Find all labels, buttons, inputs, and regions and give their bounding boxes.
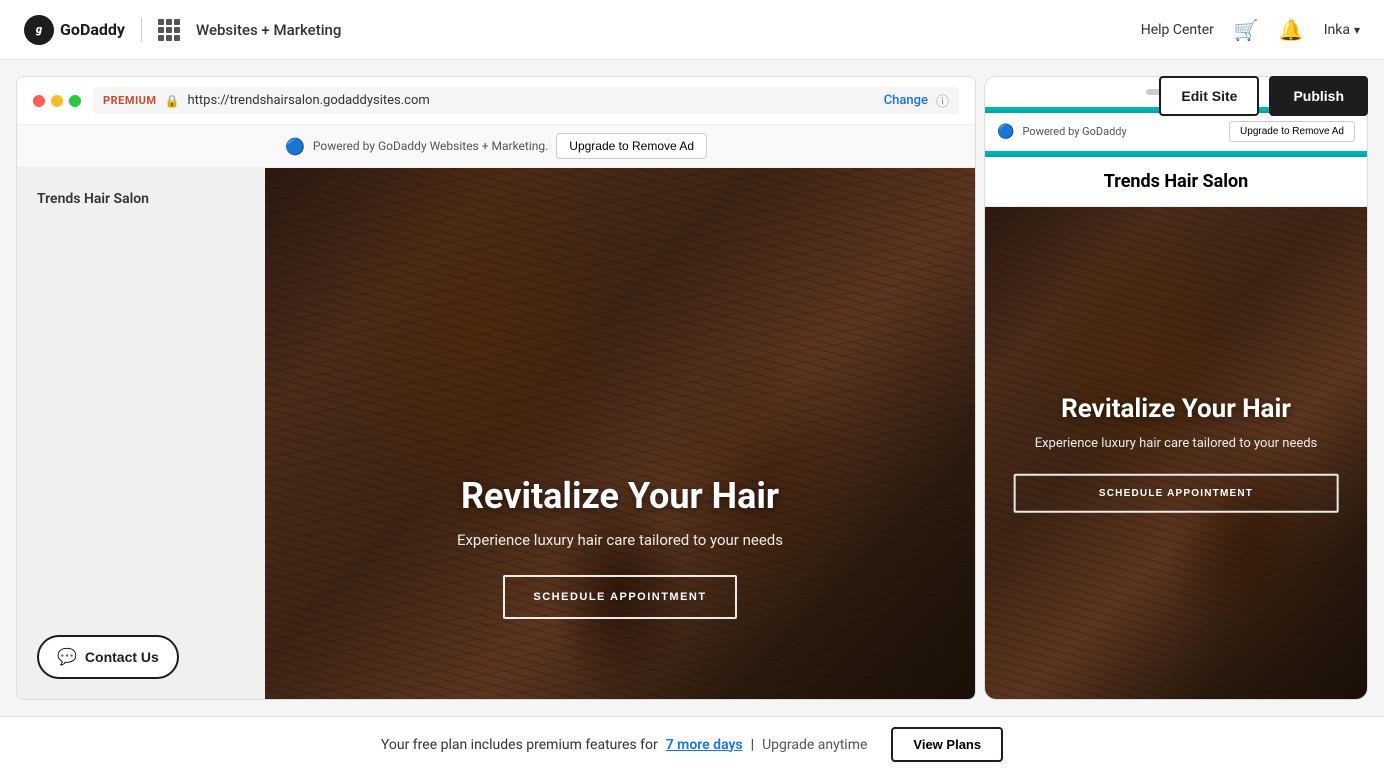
mobile-ad-bar: 🔵 Powered by GoDaddy Upgrade to Remove A… xyxy=(985,110,1367,151)
desktop-ad-bar: 🔵 Powered by GoDaddy Websites + Marketin… xyxy=(17,125,975,168)
hero-text: Revitalize Your Hair Experience luxury h… xyxy=(336,475,904,620)
godaddy-ad-logo: 🔵 xyxy=(285,137,305,156)
mobile-hero-title: Revitalize Your Hair xyxy=(1014,394,1339,424)
bell-icon[interactable]: 🔔 xyxy=(1279,18,1304,42)
mobile-hero-subtitle: Experience luxury hair care tailored to … xyxy=(1014,434,1339,454)
publish-button[interactable]: Publish xyxy=(1269,76,1368,116)
navbar: g GoDaddy Websites + Marketing Help Cent… xyxy=(0,0,1384,60)
schedule-appointment-button[interactable]: SCHEDULE APPOINTMENT xyxy=(503,575,736,619)
browser-bar: PREMIUM 🔒 https://trendshairsalon.godadd… xyxy=(17,77,975,125)
bottom-banner: Your free plan includes premium features… xyxy=(0,716,1384,772)
user-menu[interactable]: Inka ▾ xyxy=(1324,22,1360,38)
hero-subtitle: Experience luxury hair care tailored to … xyxy=(336,529,904,552)
hero-title: Revitalize Your Hair xyxy=(336,475,904,517)
website-content: Trends Hair Salon 💬 Contact Us Revitaliz… xyxy=(17,168,975,699)
nav-divider xyxy=(141,18,142,42)
site-sidebar: Trends Hair Salon 💬 Contact Us xyxy=(17,168,265,699)
view-plans-button[interactable]: View Plans xyxy=(891,727,1003,762)
godaddy-icon: g xyxy=(24,15,54,45)
contact-us-button[interactable]: 💬 Contact Us xyxy=(37,635,179,679)
chevron-down-icon: ▾ xyxy=(1354,23,1360,37)
chat-icon: 💬 xyxy=(57,647,77,667)
godaddy-text: GoDaddy xyxy=(60,20,125,39)
mobile-hero-text: Revitalize Your Hair Experience luxury h… xyxy=(1014,394,1339,513)
browser-preview: PREMIUM 🔒 https://trendshairsalon.godadd… xyxy=(16,76,976,700)
main-area: Edit Site Publish PREMIUM 🔒 https://tren… xyxy=(0,60,1384,716)
browser-dots xyxy=(33,95,81,107)
edit-site-button[interactable]: Edit Site xyxy=(1159,76,1259,116)
days-link[interactable]: 7 more days xyxy=(666,737,743,753)
dot-yellow xyxy=(51,95,63,107)
app-name: Websites + Marketing xyxy=(196,21,341,39)
ad-text: Powered by GoDaddy Websites + Marketing. xyxy=(313,139,548,153)
premium-badge: PREMIUM xyxy=(103,94,157,107)
dot-red xyxy=(33,95,45,107)
browser-url-bar[interactable]: PREMIUM 🔒 https://trendshairsalon.godadd… xyxy=(93,87,959,114)
banner-separator: | xyxy=(751,737,754,753)
contact-us-label: Contact Us xyxy=(85,649,159,665)
banner-text-before: Your free plan includes premium features… xyxy=(381,737,658,753)
hero-area: Revitalize Your Hair Experience luxury h… xyxy=(265,168,975,699)
user-name: Inka xyxy=(1324,22,1350,38)
toolbar-buttons: Edit Site Publish xyxy=(1159,76,1368,116)
mobile-ad-text: Powered by GoDaddy xyxy=(1022,125,1126,138)
cart-icon[interactable]: 🛒 xyxy=(1234,18,1259,42)
mobile-site-title: Trends Hair Salon xyxy=(985,154,1367,207)
site-name-left: Trends Hair Salon xyxy=(37,188,149,207)
mobile-preview: 🔵 Powered by GoDaddy Upgrade to Remove A… xyxy=(984,76,1368,700)
upgrade-ad-button[interactable]: Upgrade to Remove Ad xyxy=(556,133,707,159)
info-icon[interactable]: ⓘ xyxy=(936,91,949,110)
navbar-right: Help Center 🛒 🔔 Inka ▾ xyxy=(1141,18,1360,42)
mobile-schedule-appointment-button[interactable]: SCHEDULE APPOINTMENT xyxy=(1014,473,1339,512)
lock-icon: 🔒 xyxy=(165,94,180,108)
godaddy-logo: g GoDaddy xyxy=(24,15,125,45)
upgrade-anytime-text: Upgrade anytime xyxy=(762,737,867,753)
url-text: https://trendshairsalon.godaddysites.com xyxy=(188,93,876,108)
hero-background xyxy=(265,168,975,699)
mobile-ad-icon: 🔵 xyxy=(997,124,1014,140)
help-center-link[interactable]: Help Center xyxy=(1141,22,1214,38)
mobile-hero: Revitalize Your Hair Experience luxury h… xyxy=(985,207,1367,699)
grid-icon[interactable] xyxy=(158,19,180,41)
change-link[interactable]: Change xyxy=(884,93,928,108)
dot-green xyxy=(69,95,81,107)
mobile-upgrade-ad-button[interactable]: Upgrade to Remove Ad xyxy=(1229,121,1355,142)
navbar-left: g GoDaddy Websites + Marketing xyxy=(24,15,341,45)
